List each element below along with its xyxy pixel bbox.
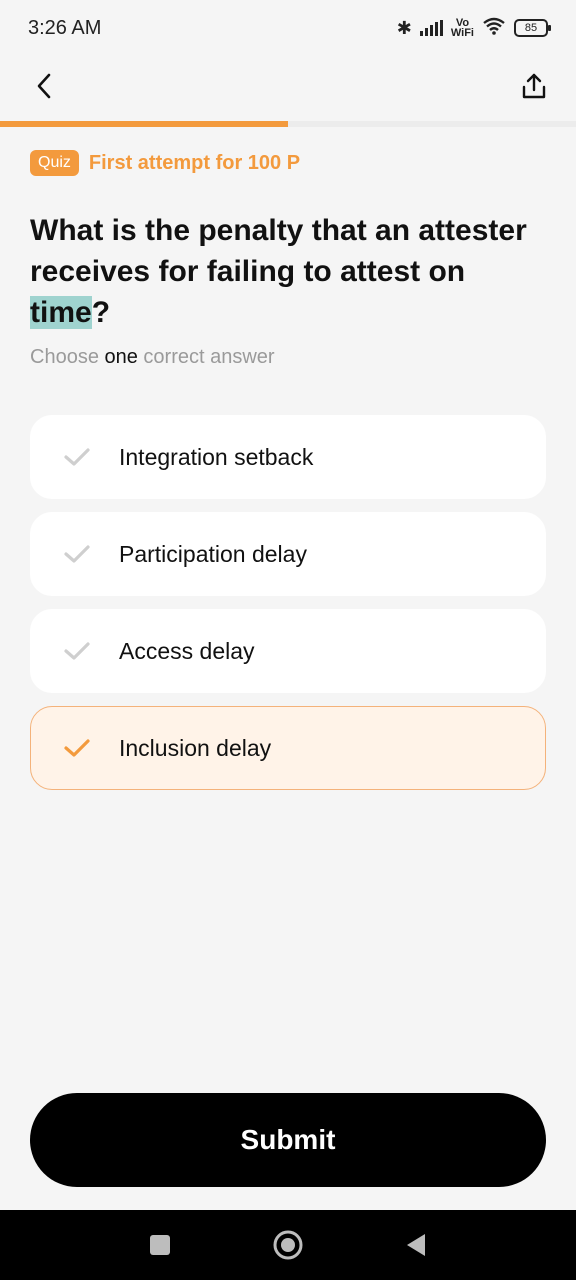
instruction-emphasis: one [104,346,138,368]
back-button[interactable] [26,66,62,106]
answer-options: Integration setback Participation delay … [30,415,546,803]
chevron-left-icon [37,73,51,99]
question-text-before: What is the penalty that an attester rec… [30,214,527,288]
square-icon [150,1235,170,1255]
status-icons: ✱ Vo WiFi 85 [396,17,551,40]
quiz-progress-fill [0,121,288,127]
answer-option-label: Participation delay [119,540,307,567]
share-button[interactable] [516,66,552,106]
home-button[interactable] [270,1227,306,1263]
check-icon [63,542,93,566]
answer-option-label: Access delay [119,637,255,664]
quiz-meta: Quiz First attempt for 100 P [30,150,300,176]
answer-option[interactable]: Access delay [30,609,546,693]
status-time: 3:26 AM [28,16,102,39]
triangle-back-icon [407,1234,425,1256]
back-nav-button[interactable] [398,1227,434,1263]
answer-option[interactable]: Participation delay [30,512,546,596]
vowifi-bottom: WiFi [450,27,474,39]
instruction-prefix: Choose [30,346,105,368]
attempt-reward-text: First attempt for 100 P [88,151,301,174]
answer-option-label: Integration setback [119,443,314,470]
question-highlighted-word[interactable]: time [30,296,92,329]
status-bar: 3:26 AM ✱ Vo WiFi 85 [0,0,576,56]
check-icon [63,639,93,663]
home-circle-icon [273,1230,303,1260]
check-icon [63,736,93,760]
recents-button[interactable] [142,1227,178,1263]
instruction-suffix: correct answer [137,346,275,368]
system-nav-bar [0,1210,576,1280]
question-text-after: ? [91,296,111,329]
answer-option-label: Inclusion delay [119,734,272,761]
question-text: What is the penalty that an attester rec… [30,210,546,333]
quiz-badge: Quiz [30,150,79,176]
app-header [0,56,576,120]
answer-option[interactable]: Integration setback [30,415,546,499]
bluetooth-icon: ✱ [396,17,412,38]
share-upload-icon [522,73,546,99]
vowifi-icon: Vo WiFi [450,18,474,39]
battery-icon: 85 [514,19,551,37]
answer-option[interactable]: Inclusion delay [30,706,546,790]
battery-level: 85 [524,22,538,34]
signal-icon [419,20,443,36]
quiz-progress-bar [0,121,576,127]
answer-instruction: Choose one correct answer [30,346,275,369]
wifi-icon [482,17,506,40]
check-icon [63,445,93,469]
submit-button[interactable]: Submit [30,1093,546,1187]
